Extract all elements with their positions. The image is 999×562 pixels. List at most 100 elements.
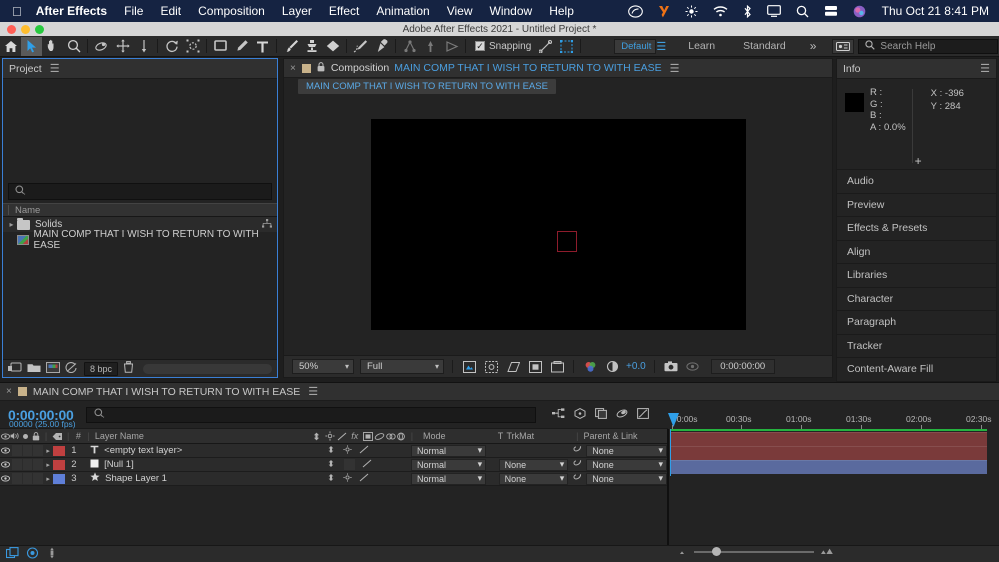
adjustment-layer-icon[interactable]	[385, 429, 395, 443]
layer-solo-toggle[interactable]	[23, 445, 33, 456]
workspace-tab-learn[interactable]: Learn	[674, 40, 729, 52]
mode-column-header[interactable]: Mode	[417, 429, 495, 443]
layer-lock-toggle[interactable]	[33, 459, 43, 470]
parent-select[interactable]: None ▾	[586, 459, 667, 471]
layer-audio-toggle[interactable]	[12, 459, 22, 470]
trkmat-column-header[interactable]: TrkMat	[507, 429, 573, 443]
draft-3d-icon[interactable]	[574, 408, 586, 422]
layer-name-cell[interactable]: [Null 1]	[80, 459, 322, 471]
close-tab-icon[interactable]: ×	[290, 63, 296, 74]
collapsed-panel-character[interactable]: Character	[836, 288, 997, 312]
zoom-in-icon[interactable]	[820, 546, 836, 558]
toggle-transparency-icon[interactable]	[461, 360, 477, 374]
timeline-search-input[interactable]	[86, 407, 536, 423]
effects-fx-icon[interactable]	[362, 459, 372, 471]
layer-lock-toggle[interactable]	[33, 445, 43, 456]
parent-select[interactable]: None ▾	[586, 445, 667, 457]
collapsed-panel-content-aware-fill[interactable]: Content-Aware Fill	[836, 358, 997, 382]
shape-layer-bounding-box[interactable]	[557, 231, 577, 252]
preserve-transparency-toggle[interactable]	[486, 445, 499, 456]
quality-toggle-empty[interactable]	[344, 459, 355, 470]
composition-viewer[interactable]	[284, 94, 832, 355]
collapsed-panel-align[interactable]: Align	[836, 241, 997, 265]
apple-menu-icon[interactable]: 	[12, 5, 22, 18]
preserve-transparency-toggle[interactable]	[486, 473, 499, 484]
motion-blur-toggle-icon[interactable]	[46, 547, 58, 562]
menu-item-help[interactable]: Help	[549, 4, 574, 18]
zoom-magnifier-icon[interactable]	[63, 37, 84, 56]
column-header-name[interactable]: Name	[15, 205, 40, 216]
hide-shy-layers-icon[interactable]	[595, 408, 607, 422]
viewer-timecode[interactable]: 0:00:00:00	[711, 359, 775, 374]
layer-visibility-toggle[interactable]	[0, 447, 11, 454]
info-panel-title[interactable]: Info	[843, 63, 861, 75]
menu-item-view[interactable]: View	[447, 4, 473, 18]
layer-label-color[interactable]	[53, 446, 65, 456]
eraser-icon[interactable]	[322, 37, 343, 56]
label-tag-icon[interactable]	[50, 429, 64, 443]
display-icon[interactable]	[767, 5, 781, 17]
dolly-camera-icon[interactable]	[133, 37, 154, 56]
new-composition-icon[interactable]	[46, 362, 60, 376]
mode-select[interactable]: Normal ▾	[411, 459, 486, 471]
menu-item-composition[interactable]: Composition	[198, 4, 265, 18]
composition-mini-flowchart-icon[interactable]	[552, 408, 565, 422]
project-row-main-comp[interactable]: MAIN COMP THAT I WISH TO RETURN TO WITH …	[3, 232, 277, 247]
reset-exposure-icon[interactable]	[604, 360, 620, 374]
collapsed-panel-libraries[interactable]: Libraries	[836, 264, 997, 288]
layer-bar-2[interactable]	[670, 446, 987, 460]
composition-panel-menu-icon[interactable]: ☰	[670, 62, 680, 75]
workspace-menu-icon[interactable]: ☰	[656, 40, 674, 53]
mode-select[interactable]: Normal ▾	[411, 445, 486, 457]
motion-blur-column-icon[interactable]	[374, 429, 386, 443]
menu-bar-clock[interactable]: Thu Oct 21 8:41 PM	[882, 4, 989, 18]
fx-label[interactable]: fx	[348, 429, 362, 443]
parent-cell[interactable]: None ▾	[568, 458, 667, 471]
collapsed-panel-preview[interactable]: Preview	[836, 194, 997, 218]
menu-item-file[interactable]: File	[124, 4, 143, 18]
layer-label-color[interactable]	[53, 474, 65, 484]
layer-visibility-toggle[interactable]	[0, 475, 11, 482]
video-eye-icon[interactable]	[0, 429, 10, 443]
collapsed-panel-tracker[interactable]: Tracker	[836, 335, 997, 359]
rotation-icon[interactable]	[161, 37, 182, 56]
zoom-out-icon[interactable]	[676, 546, 688, 558]
chevron-right-icon[interactable]: ▸	[43, 461, 53, 469]
parent-pickwhip-icon[interactable]	[572, 458, 582, 471]
selection-arrow-icon[interactable]	[21, 37, 42, 56]
hand-icon[interactable]	[42, 37, 63, 56]
layer-name-cell[interactable]: Shape Layer 1	[80, 472, 322, 485]
info-panel-menu-icon[interactable]: ☰	[980, 62, 990, 75]
snapping-control[interactable]: ✓ Snapping	[475, 41, 531, 52]
brush-icon[interactable]	[280, 37, 301, 56]
toggle-mask-icon[interactable]	[483, 360, 499, 374]
chevron-right-icon[interactable]: ▸	[43, 447, 53, 455]
collapsed-panel-audio[interactable]: Audio	[836, 170, 997, 194]
lock-icon[interactable]	[317, 62, 325, 75]
parent-column-header[interactable]: Parent & Link	[582, 429, 668, 443]
timeline-zoom-slider[interactable]	[676, 546, 836, 558]
trkmat-cell[interactable]: None ▾	[499, 459, 569, 471]
breadcrumb[interactable]: MAIN COMP THAT I WISH TO RETURN TO WITH …	[298, 79, 556, 94]
interpret-footage-icon[interactable]	[8, 362, 22, 376]
graph-editor-icon[interactable]	[637, 408, 649, 422]
motion-blur-icon[interactable]	[616, 408, 628, 422]
layer-mode-cell[interactable]: Normal ▾	[405, 473, 486, 485]
delete-icon[interactable]	[123, 361, 134, 376]
layer-mode-cell[interactable]: Normal ▾	[405, 445, 486, 457]
arrow-pin-icon[interactable]	[420, 37, 441, 56]
layer-switches[interactable]	[322, 473, 405, 485]
collapsed-panel-paragraph[interactable]: Paragraph	[836, 311, 997, 335]
channel-icon[interactable]	[582, 360, 598, 374]
quality-icon[interactable]	[323, 429, 336, 443]
time-ruler[interactable]: 00:00s 00:30s 01:00s 01:30s 02:00s 02:30…	[668, 401, 999, 429]
layer-bar-3[interactable]	[670, 460, 987, 474]
workspace-layout-icon[interactable]	[832, 39, 854, 54]
exposure-value[interactable]: +0.0	[626, 361, 646, 372]
show-snapshot-icon[interactable]	[685, 360, 701, 374]
workspace-overflow-icon[interactable]: »	[800, 39, 827, 53]
project-panel-menu-icon[interactable]: ☰	[50, 62, 60, 75]
menu-item-effect[interactable]: Effect	[329, 4, 359, 18]
pen-icon[interactable]	[231, 37, 252, 56]
siri-icon[interactable]	[853, 5, 866, 18]
